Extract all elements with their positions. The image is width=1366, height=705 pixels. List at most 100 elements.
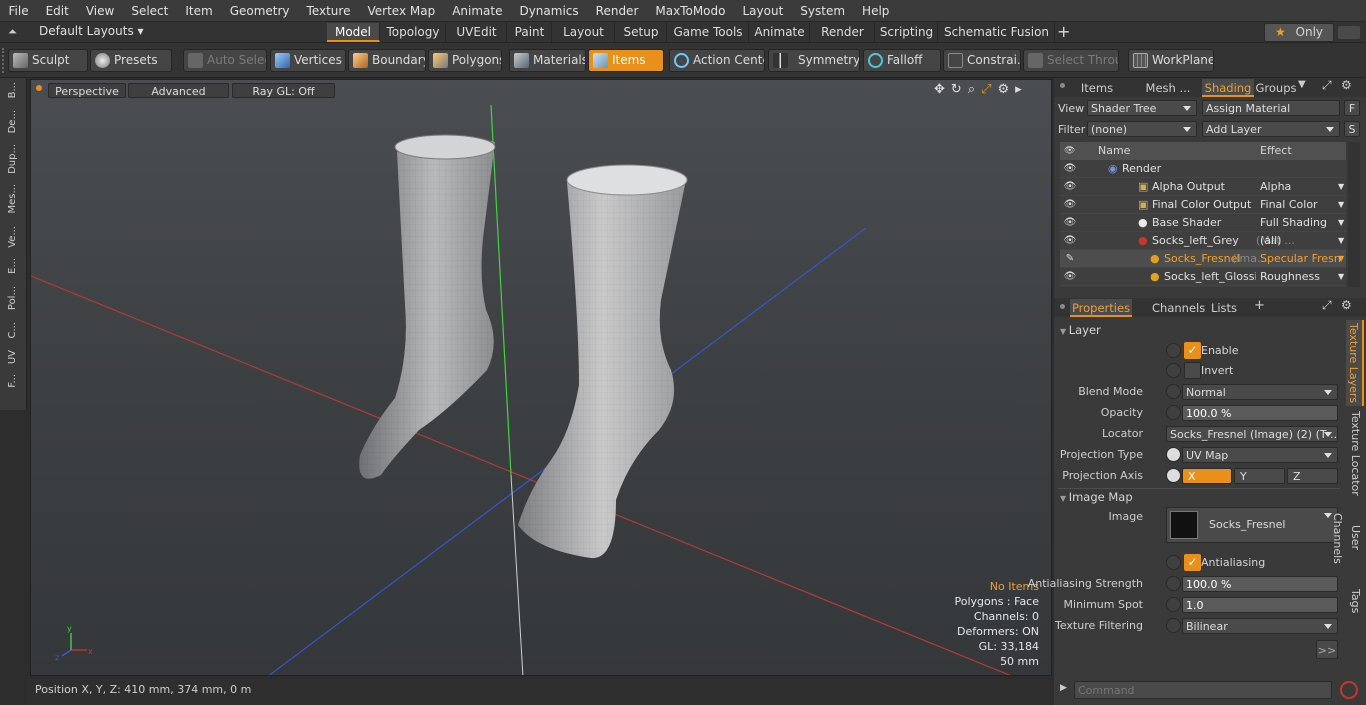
- side-tab-texture-layers[interactable]: Texture Layers: [1346, 320, 1364, 406]
- menu-help[interactable]: Help: [854, 0, 898, 22]
- visibility-eye-icon[interactable]: 👁: [1062, 214, 1078, 232]
- axis-y-button[interactable]: Y: [1234, 468, 1285, 484]
- effect-dropdown-arrow-icon[interactable]: ▼: [1338, 250, 1344, 268]
- shader-row-0[interactable]: 👁 ◉ Render: [1060, 160, 1346, 178]
- tab-game-tools[interactable]: Game Tools: [668, 23, 749, 42]
- effect-dropdown-arrow-icon[interactable]: ▼: [1338, 232, 1344, 250]
- only-toggle[interactable]: ★ Only: [1264, 23, 1334, 42]
- tab-animate[interactable]: Animate: [750, 23, 810, 42]
- shader-row-effect[interactable]: Alpha: [1260, 178, 1340, 196]
- left-tab-1[interactable]: De...: [7, 110, 18, 133]
- menu-maxtomodo[interactable]: MaxToModo: [647, 0, 734, 22]
- presets-button[interactable]: Presets: [90, 49, 172, 72]
- menu-vertex-map[interactable]: Vertex Map: [359, 0, 444, 22]
- image-map-section[interactable]: ▼ Image Map: [1060, 490, 1133, 504]
- tab-render[interactable]: Render: [811, 23, 875, 42]
- menu-dynamics[interactable]: Dynamics: [511, 0, 587, 22]
- shader-row-effect[interactable]: Full Shading: [1260, 214, 1340, 232]
- view-dropdown[interactable]: Shader Tree: [1087, 100, 1197, 116]
- visibility-eye-icon[interactable]: 👁: [1062, 232, 1078, 250]
- menu-layout[interactable]: Layout: [734, 0, 792, 22]
- side-tab-tags[interactable]: Tags: [1346, 580, 1364, 622]
- props-gear-icon[interactable]: ⚙: [1341, 298, 1352, 312]
- tab-model[interactable]: Model: [327, 23, 380, 42]
- aa-strength-anim-dot[interactable]: [1166, 576, 1181, 591]
- menu-view[interactable]: View: [77, 0, 122, 22]
- shader-row-effect[interactable]: Final Color: [1260, 196, 1340, 214]
- texture-filtering-dropdown[interactable]: Bilinear: [1182, 618, 1338, 634]
- action-center-button[interactable]: Action Center: [669, 49, 765, 72]
- more-button[interactable]: >>: [1316, 640, 1338, 659]
- auto-select-button[interactable]: Auto Select: [183, 49, 267, 72]
- visibility-eye-icon[interactable]: 👁: [1062, 268, 1078, 286]
- effect-dropdown-arrow-icon[interactable]: ▼: [1338, 196, 1344, 214]
- shader-tab-1[interactable]: Mesh ...: [1140, 79, 1196, 97]
- props-tab-lists[interactable]: Lists: [1204, 299, 1244, 317]
- enable-checkbox[interactable]: ✓: [1184, 342, 1201, 359]
- props-maximize-icon[interactable]: ⤢: [1322, 298, 1332, 313]
- 3d-viewport[interactable]: Perspective Advanced Ray GL: Off ✥ ↻ ⌕ ⤢…: [30, 79, 1052, 676]
- left-tab-8[interactable]: UV: [7, 350, 18, 364]
- filter-dropdown[interactable]: (none): [1087, 121, 1197, 137]
- menu-edit[interactable]: Edit: [37, 0, 77, 22]
- boundary-button[interactable]: Boundary: [348, 49, 426, 72]
- polygons-button[interactable]: Polygons: [428, 49, 502, 72]
- shader-row-6[interactable]: 👁 ● Socks_left_Glossine... Roughness▼: [1060, 268, 1346, 286]
- projection-axis-anim-dot[interactable]: [1166, 468, 1181, 483]
- record-icon[interactable]: [1340, 681, 1358, 699]
- locator-dropdown[interactable]: Socks_Fresnel (Image) (2) (T ...: [1166, 426, 1338, 442]
- s-button[interactable]: S: [1344, 121, 1360, 137]
- panel-maximize-icon[interactable]: ⤢: [1322, 78, 1332, 93]
- assign-material-button[interactable]: Assign Material: [1202, 100, 1340, 116]
- tab-setup[interactable]: Setup: [616, 23, 667, 42]
- menu-texture[interactable]: Texture: [298, 0, 359, 22]
- tab-uvedit[interactable]: UVEdit: [447, 23, 507, 42]
- tab-scripting[interactable]: Scripting: [876, 23, 938, 42]
- layout-options-button[interactable]: [1338, 26, 1360, 39]
- visibility-eye-icon[interactable]: 👁: [1062, 196, 1078, 214]
- menu-select[interactable]: Select: [123, 0, 177, 22]
- items-button[interactable]: Items: [588, 49, 664, 72]
- image-selector[interactable]: Socks_Fresnel: [1166, 507, 1338, 543]
- tab-topology[interactable]: Topology: [381, 23, 446, 42]
- shader-row-effect[interactable]: Specular Fresn...: [1260, 250, 1340, 268]
- left-tab-3[interactable]: Mes...: [7, 184, 18, 214]
- shader-row-3[interactable]: 👁 ● Base Shader Full Shading ▼: [1060, 214, 1346, 232]
- blend-anim-dot[interactable]: [1166, 384, 1181, 399]
- aa-strength-slider[interactable]: 100.0 %: [1182, 576, 1338, 592]
- shader-row-effect[interactable]: (all): [1260, 232, 1340, 250]
- select-through-button[interactable]: Select Through: [1023, 49, 1119, 72]
- workplane-button[interactable]: WorkPlane: [1128, 49, 1214, 72]
- menu-render[interactable]: Render: [587, 0, 647, 22]
- panel-dot-icon[interactable]: [1060, 83, 1065, 88]
- falloff-button[interactable]: Falloff: [863, 49, 941, 72]
- tab-paint[interactable]: Paint: [508, 23, 552, 42]
- invert-anim-dot[interactable]: [1166, 363, 1181, 378]
- side-tab-user-channels[interactable]: User Channels: [1331, 500, 1364, 576]
- tab-layout[interactable]: Layout: [553, 23, 615, 42]
- left-tab-2[interactable]: Dup...: [7, 144, 18, 174]
- menu-file[interactable]: File: [0, 0, 37, 22]
- shader-row-1[interactable]: 👁 ▣ Alpha Output Alpha ▼: [1060, 178, 1346, 196]
- invert-checkbox[interactable]: [1184, 362, 1201, 379]
- blend-mode-dropdown[interactable]: Normal: [1182, 384, 1338, 400]
- groups-dropdown-icon[interactable]: ▼: [1298, 79, 1306, 90]
- min-spot-anim-dot[interactable]: [1166, 597, 1181, 612]
- sculpt-button[interactable]: Sculpt: [8, 49, 88, 72]
- left-tab-6[interactable]: Pol...: [7, 286, 18, 310]
- antialiasing-checkbox[interactable]: ✓: [1184, 554, 1201, 571]
- materials-button[interactable]: Materials: [509, 49, 586, 72]
- add-tab-icon[interactable]: +: [1057, 22, 1070, 41]
- layer-section[interactable]: ▼ Layer: [1060, 323, 1101, 337]
- axis-z-button[interactable]: Z: [1287, 468, 1338, 484]
- f-button[interactable]: F: [1344, 100, 1360, 116]
- enable-anim-dot[interactable]: [1166, 343, 1181, 358]
- shader-tab-0[interactable]: Items: [1066, 79, 1128, 97]
- props-tab-properties[interactable]: Properties: [1070, 299, 1132, 317]
- side-tab-texture-locator[interactable]: Texture Locator: [1346, 410, 1364, 496]
- tree-scrollbar[interactable]: [1348, 142, 1360, 287]
- effect-dropdown-arrow-icon[interactable]: ▼: [1338, 178, 1344, 196]
- left-tab-4[interactable]: Ve...: [7, 226, 18, 248]
- paint-brush-icon[interactable]: ✎: [1062, 250, 1078, 268]
- constraints-button[interactable]: Constrai...: [943, 49, 1021, 72]
